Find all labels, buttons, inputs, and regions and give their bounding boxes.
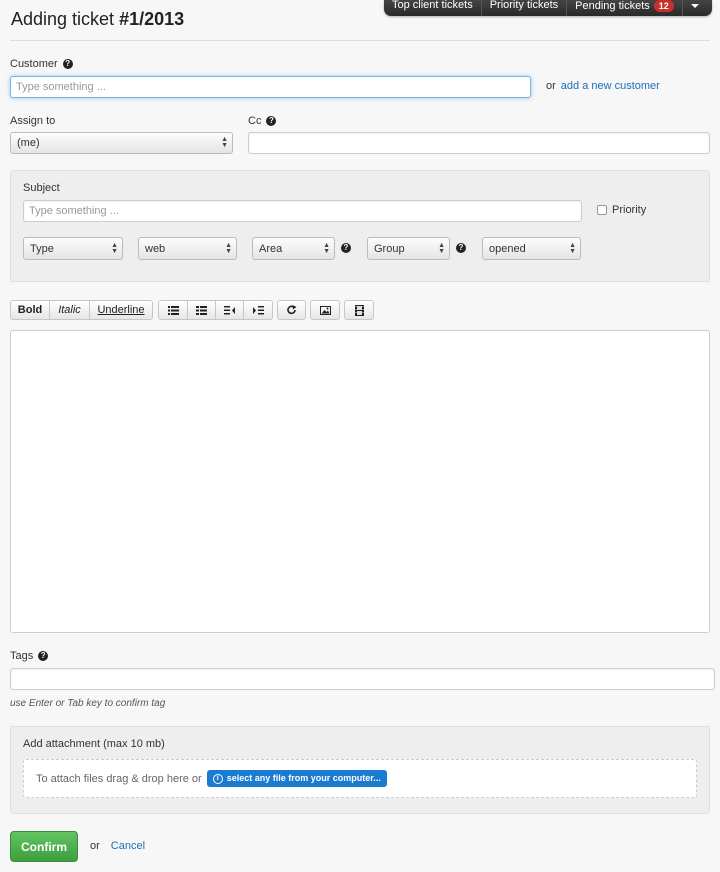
source-select[interactable]: web ▲ ▼ [138,237,237,260]
cc-input[interactable] [248,132,710,154]
customer-label-row: Customer ? [10,58,73,70]
nav-priority-tickets[interactable]: Priority tickets [482,0,568,16]
help-icon[interactable]: ? [341,243,351,253]
select-file-button[interactable]: i select any file from your computer... [206,770,387,787]
select-arrows-icon: ▲ ▼ [438,241,445,255]
help-icon[interactable]: ? [266,116,277,126]
help-icon[interactable]: ? [62,59,73,69]
assign-to-label-text: Assign to [10,115,56,127]
type-select[interactable]: Type ▲ ▼ [23,237,123,260]
source-select-value: web [145,242,166,255]
select-arrows-icon: ▲ ▼ [323,241,330,255]
ordered-list-button[interactable] [188,301,216,319]
ticket-number: #1/2013 [119,9,185,29]
drop-text: To attach files drag & drop here or [36,772,202,785]
select-file-label: select any file from your computer... [226,773,381,783]
attachment-label-text: Add attachment (max 10 mb) [23,738,165,750]
video-icon [354,304,364,316]
help-icon[interactable]: ? [456,243,466,253]
tags-hint: use Enter or Tab key to confirm tag [10,698,166,709]
cc-label: Cc [248,115,262,127]
pending-count-badge: 12 [653,0,674,12]
insert-video-button[interactable] [345,301,373,319]
select-arrows-icon: ▲ ▼ [569,241,576,255]
title-divider [10,40,710,41]
subject-label-text: Subject [23,182,60,194]
group-select[interactable]: Group ▲ ▼ [367,237,450,260]
unordered-list-icon [167,305,179,315]
customer-label: Customer [10,58,58,70]
customer-input[interactable] [10,76,531,98]
add-customer-row: or add a new customer [546,80,660,92]
status-select-value: opened [489,242,526,255]
info-icon: i [212,773,223,784]
tags-label: Tags [10,650,34,662]
bold-button[interactable]: Bold [11,301,50,319]
indent-button[interactable] [244,301,272,319]
redo-button[interactable] [278,301,305,319]
tags-input[interactable] [10,668,715,690]
confirm-button[interactable]: Confirm [10,831,78,862]
area-select-value: Area [259,242,283,255]
nav-pending-tickets[interactable]: Pending tickets 12 [567,0,683,16]
priority-checkbox[interactable] [597,205,607,215]
redo-icon [286,305,296,315]
nav-pending-tickets-label: Pending tickets [575,0,650,12]
assign-to-select[interactable]: (me) ▲ ▼ [10,132,233,154]
cancel-row: or Cancel [90,840,145,852]
or-text: or [90,840,100,852]
nav-top-client-tickets[interactable]: Top client tickets [384,0,482,16]
status-select[interactable]: opened ▲ ▼ [482,237,581,260]
tags-label-row: Tags ? [10,650,49,662]
underline-button[interactable]: Underline [90,301,152,319]
assign-to-label: Assign to [10,115,55,127]
indent-icon [252,305,264,314]
outdent-button[interactable] [216,301,244,319]
cancel-link[interactable]: Cancel [111,840,145,852]
unordered-list-button[interactable] [159,301,188,319]
priority-checkbox-row[interactable]: Priority [597,204,646,216]
add-new-customer-link[interactable]: add a new customer [561,80,660,92]
select-arrows-icon: ▲ ▼ [111,241,118,255]
select-arrows-icon: ▲ ▼ [225,241,232,255]
subject-panel [10,170,710,282]
subject-label: Subject [23,182,60,194]
insert-image-button[interactable] [311,301,339,319]
priority-label: Priority [612,204,647,216]
message-editor[interactable] [10,330,710,633]
nav-dropdown-toggle[interactable] [683,0,707,16]
page-title: Adding ticket #1/2013 [11,9,184,30]
top-navigation: Top client tickets Priority tickets Pend… [384,0,712,16]
assign-to-value: (me) [17,137,40,149]
redo-group [277,300,306,320]
italic-button[interactable]: Italic [50,301,90,319]
help-icon[interactable]: ? [38,651,49,661]
image-icon [319,305,331,315]
video-group [344,300,374,320]
cc-label-row: Cc ? [248,115,277,127]
group-select-value: Group [374,242,405,255]
or-text: or [546,80,556,92]
outdent-icon [224,305,235,314]
list-format-group [158,300,273,320]
subject-input[interactable] [23,200,582,222]
file-drop-zone[interactable]: To attach files drag & drop here or i sel… [23,759,697,798]
text-format-group: Bold Italic Underline [10,300,153,320]
type-select-value: Type [30,242,54,255]
select-arrows-icon: ▲ ▼ [221,136,228,149]
attachment-label: Add attachment (max 10 mb) [23,738,165,750]
ordered-list-icon [196,305,207,315]
page-title-prefix: Adding ticket [11,9,120,29]
dropdown-caret-icon [690,4,699,8]
image-group [310,300,340,320]
area-select[interactable]: Area ▲ ▼ [252,237,335,260]
